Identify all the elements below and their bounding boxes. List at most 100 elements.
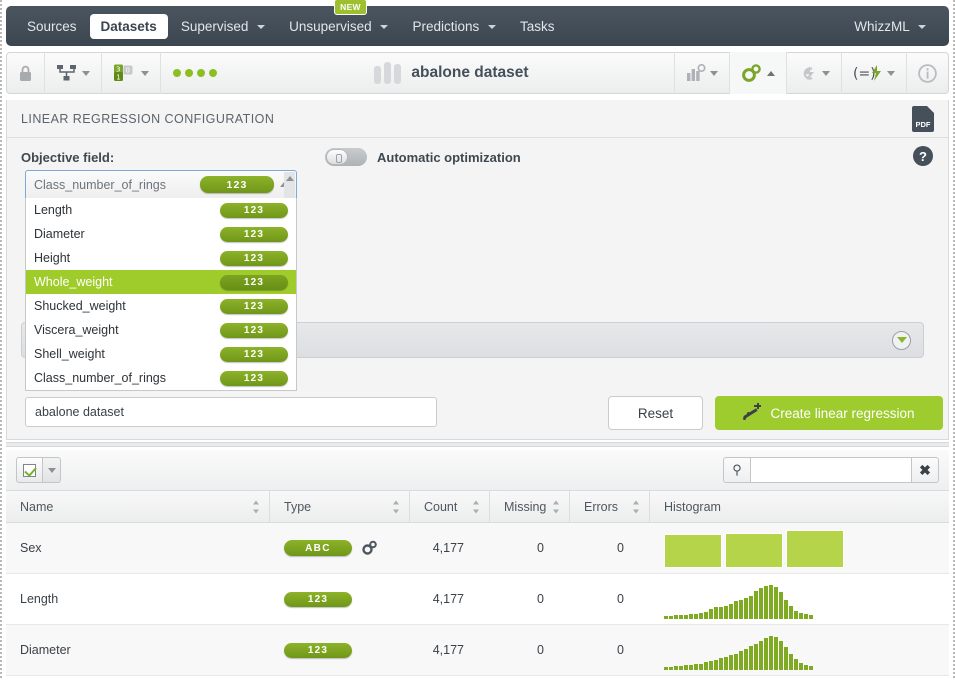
chevron-down-icon xyxy=(257,24,266,29)
cell-histogram xyxy=(650,528,949,568)
dropdown-option[interactable]: Shucked_weight 123 xyxy=(26,294,296,318)
lock-button[interactable] xyxy=(7,52,45,94)
automatic-optimization-label: Automatic optimization xyxy=(377,149,521,165)
info-icon xyxy=(918,63,937,83)
chevron-down-icon xyxy=(822,70,830,76)
nav-item-sources[interactable]: Sources xyxy=(16,14,88,39)
script-actions-button[interactable]: (=) xyxy=(841,52,906,94)
dropdown-option[interactable]: Class_number_of_rings 123 xyxy=(26,366,296,390)
nav-label-whizzml: WhizzML xyxy=(854,18,910,34)
sort-arrows-icon[interactable] xyxy=(633,500,640,513)
dataset-title-group: abalone dataset xyxy=(229,62,674,84)
dropdown-option[interactable]: Viscera_weight 123 xyxy=(26,318,296,342)
nav-item-unsupervised[interactable]: NEW Unsupervised xyxy=(278,0,399,39)
nav-item-supervised[interactable]: Supervised xyxy=(170,14,276,39)
model-actions-button[interactable] xyxy=(729,52,786,94)
svg-text:(=): (=) xyxy=(853,66,876,82)
nav-label-predictions: Predictions xyxy=(412,18,480,34)
type-badge-numeric: 123 xyxy=(220,250,288,266)
dropdown-option-label: Length xyxy=(34,203,73,217)
cell-field-name: Sex xyxy=(20,541,42,555)
fields-search-input[interactable] xyxy=(751,457,911,483)
toggle-knob xyxy=(326,149,348,165)
automatic-optimization-toggle[interactable] xyxy=(325,148,367,166)
pdf-export-icon[interactable]: PDF xyxy=(912,106,934,132)
dropdown-option-label: Class_number_of_rings xyxy=(34,371,167,385)
model-name-input[interactable] xyxy=(25,397,437,427)
sort-arrows-icon[interactable] xyxy=(553,500,560,513)
type-badge-numeric: 123 xyxy=(220,322,288,338)
share-dropdown-button[interactable] xyxy=(45,52,102,94)
cell-count: 4,177 xyxy=(432,643,464,657)
select-all-dropdown-button[interactable] xyxy=(43,457,61,483)
dropdown-option[interactable]: Diameter 123 xyxy=(26,222,296,246)
select-all-group xyxy=(16,457,61,483)
cell-errors: 0 xyxy=(617,643,624,657)
column-header-histogram[interactable]: Histogram xyxy=(650,491,949,522)
column-header-errors[interactable]: Errors xyxy=(570,491,650,522)
table-row[interactable]: Length 123 4,177 0 0 xyxy=(6,574,949,625)
nav-label-tasks: Tasks xyxy=(520,18,555,34)
objective-field-dropdown[interactable]: Class_number_of_rings 123 Length 123 Diame… xyxy=(25,170,297,391)
help-label: ? xyxy=(919,148,927,164)
help-icon[interactable]: ? xyxy=(913,146,933,166)
reset-button[interactable]: Reset xyxy=(608,396,703,430)
field-types-dropdown-button[interactable]: 3 0 1 xyxy=(102,52,161,94)
script-flash-icon: (=) xyxy=(853,65,881,82)
dropdown-scrollbar[interactable] xyxy=(284,172,295,198)
chart-config-button[interactable] xyxy=(674,52,729,94)
field-types-icon: 3 0 1 xyxy=(114,64,133,81)
select-all-checkbox[interactable] xyxy=(16,457,43,483)
gear-icon[interactable] xyxy=(361,540,377,556)
flash-actions-button[interactable] xyxy=(786,52,841,94)
dropdown-selected-label: Class_number_of_rings xyxy=(34,177,167,192)
cell-field-type: ABC xyxy=(270,540,410,556)
pdf-label: PDF xyxy=(915,120,931,129)
objective-field-label: Objective field: xyxy=(21,150,115,165)
status-dots xyxy=(161,69,229,77)
histogram xyxy=(664,579,814,619)
sort-arrows-icon[interactable] xyxy=(473,500,480,513)
flash-cloud-icon xyxy=(803,66,814,81)
dropdown-option[interactable]: Shell_weight 123 xyxy=(26,342,296,366)
column-header-count[interactable]: Count xyxy=(410,491,490,522)
chevron-up-icon xyxy=(767,70,775,76)
table-row[interactable]: Diameter 123 4,177 0 0 xyxy=(6,625,949,676)
fields-table-header: Name Type Count Missing Errors Histogram xyxy=(6,490,949,523)
type-badge-numeric: 123 xyxy=(220,274,288,290)
cell-missing: 0 xyxy=(537,643,544,657)
network-share-icon xyxy=(57,65,76,81)
chevron-down-icon[interactable] xyxy=(892,330,911,350)
info-button[interactable] xyxy=(906,52,948,94)
nav-item-predictions[interactable]: Predictions xyxy=(401,14,507,39)
dropdown-option-list: Length 123 Diameter 123 Height 123 Whole_weigh… xyxy=(25,198,297,391)
sort-arrows-icon[interactable] xyxy=(253,500,260,513)
histogram xyxy=(664,630,814,670)
chevron-down-icon xyxy=(710,70,718,76)
cell-missing: 0 xyxy=(537,541,544,555)
clear-search-icon[interactable]: ✖ xyxy=(911,457,939,483)
nav-item-whizzml[interactable]: WhizzML xyxy=(843,14,937,39)
type-badge-numeric: 123 xyxy=(284,591,352,607)
dropdown-selected-row[interactable]: Class_number_of_rings 123 xyxy=(25,170,297,198)
dataset-title: abalone dataset xyxy=(411,64,529,81)
histogram-bar xyxy=(809,665,814,670)
nav-item-datasets[interactable]: Datasets xyxy=(89,13,168,39)
dropdown-option[interactable]: Length 123 xyxy=(26,198,296,222)
table-row[interactable]: Sex ABC 4,177 0 0 xyxy=(6,523,949,574)
status-dot xyxy=(209,69,217,77)
scroll-up-arrow-icon xyxy=(285,176,294,181)
create-linear-regression-button[interactable]: Create linear regression xyxy=(715,396,943,430)
type-badge-numeric: 123 xyxy=(220,226,288,242)
dropdown-option-label: Shell_weight xyxy=(34,347,105,361)
column-header-name[interactable]: Name xyxy=(6,491,270,522)
gears-icon xyxy=(742,63,761,82)
resource-toolbar: 3 0 1 abalone dataset (=) xyxy=(6,52,949,94)
sort-arrows-icon[interactable] xyxy=(393,500,400,513)
column-header-label: Histogram xyxy=(664,499,721,514)
dropdown-option[interactable]: Height 123 xyxy=(26,246,296,270)
nav-item-tasks[interactable]: Tasks xyxy=(509,14,566,39)
dropdown-option[interactable]: Whole_weight 123 xyxy=(26,270,296,294)
column-header-missing[interactable]: Missing xyxy=(490,491,570,522)
column-header-type[interactable]: Type xyxy=(270,491,410,522)
